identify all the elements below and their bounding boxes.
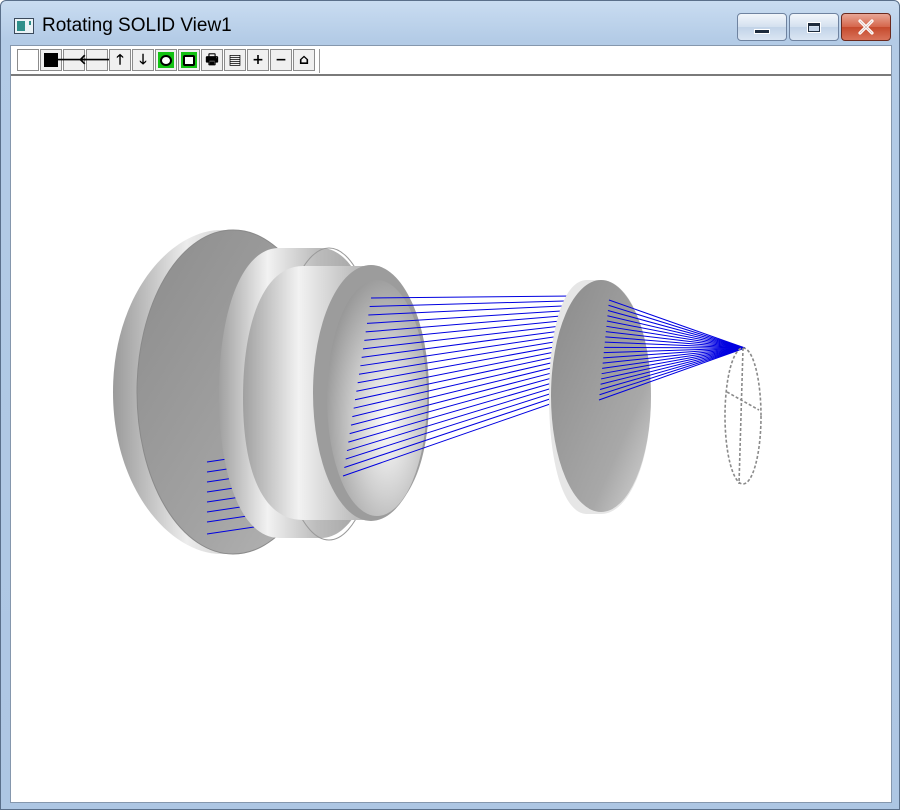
house-icon: ⌂ <box>298 52 310 68</box>
close-icon <box>858 19 874 35</box>
zoom-in-button[interactable]: + <box>247 49 269 71</box>
white-background-button[interactable] <box>17 49 39 71</box>
plus-icon: + <box>252 52 264 68</box>
secondary-mirror-disk <box>549 280 651 514</box>
application-window: Rotating SOLID View1 🡒 🡐 🡑 🡓 🖶 ▤ + − ⌂ <box>0 0 900 810</box>
toolbar-button-group: 🡒 🡐 🡑 🡓 🖶 ▤ + − ⌂ <box>17 49 320 73</box>
camera-view-b-button[interactable] <box>178 49 200 71</box>
home-view-button[interactable]: ⌂ <box>293 49 315 71</box>
clipboard-icon: ▤ <box>228 52 242 68</box>
camera-view-a-button[interactable] <box>155 49 177 71</box>
3d-viewport[interactable] <box>11 76 891 802</box>
maximize-button[interactable] <box>789 13 839 41</box>
title-bar[interactable]: Rotating SOLID View1 <box>1 1 899 45</box>
client-area: 🡒 🡐 🡑 🡓 🖶 ▤ + − ⌂ <box>10 45 892 803</box>
optical-layout-render <box>113 229 762 555</box>
app-window-icon[interactable] <box>14 18 34 34</box>
rotate-left-button[interactable]: 🡐 <box>78 49 116 71</box>
maximize-icon <box>808 22 820 32</box>
toolbar: 🡒 🡐 🡑 🡓 🖶 ▤ + − ⌂ <box>11 46 891 76</box>
print-button[interactable]: 🖶 <box>201 49 223 71</box>
minimize-button[interactable] <box>737 13 787 41</box>
copy-button[interactable]: ▤ <box>224 49 246 71</box>
image-plane <box>724 347 762 485</box>
camera-icon <box>158 52 174 68</box>
minimize-icon <box>755 29 769 33</box>
ray-line <box>604 346 746 349</box>
printer-icon: 🖶 <box>205 52 219 68</box>
rotate-up-button[interactable]: 🡑 <box>109 49 131 71</box>
window-title: Rotating SOLID View1 <box>42 15 232 36</box>
rotate-down-button[interactable]: 🡓 <box>132 49 154 71</box>
camera-icon <box>181 52 197 68</box>
lens-cylinder <box>243 265 429 521</box>
close-button[interactable] <box>841 13 891 41</box>
zoom-out-button[interactable]: − <box>270 49 292 71</box>
arrow-up-icon: 🡑 <box>116 52 124 68</box>
minus-icon: − <box>275 52 287 68</box>
arrow-down-icon: 🡓 <box>139 52 147 68</box>
